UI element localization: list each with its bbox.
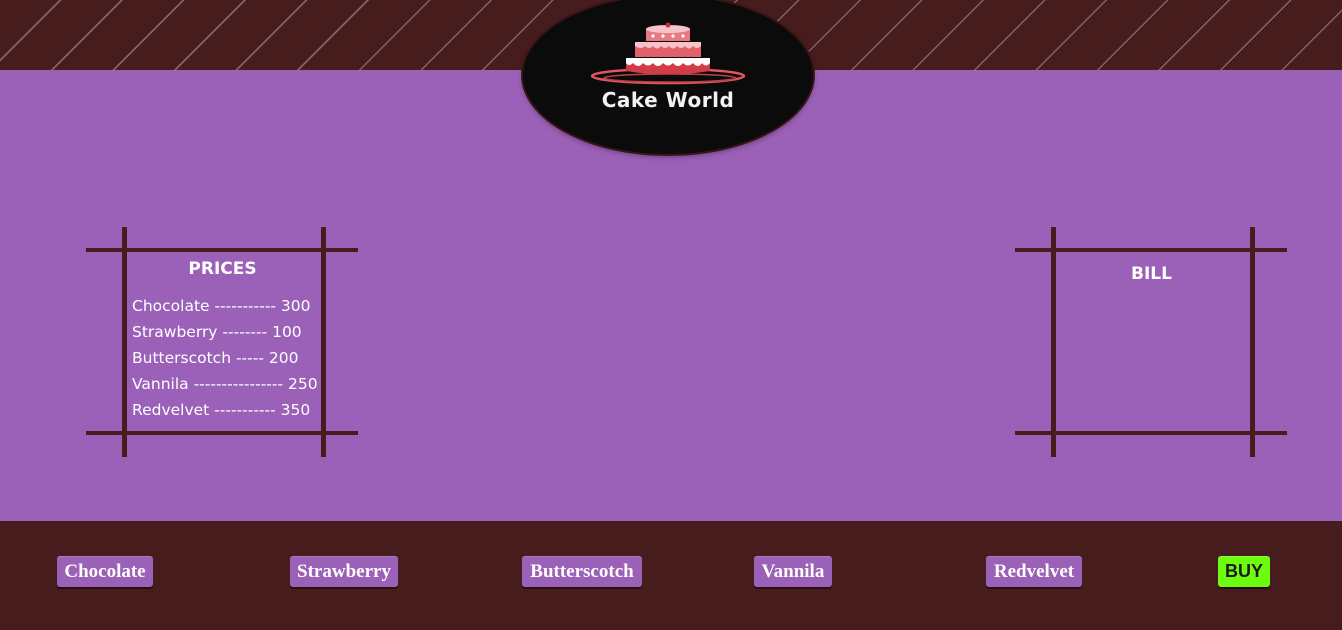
cake-icon bbox=[590, 22, 746, 85]
buy-button[interactable]: BUY bbox=[1218, 556, 1270, 587]
price-list: Chocolate ----------- 300 Strawberry ---… bbox=[132, 293, 318, 423]
logo-title: Cake World bbox=[601, 88, 735, 112]
price-item-redvelvet: Redvelvet ----------- 350 bbox=[132, 401, 311, 419]
price-item-butterscotch: Butterscotch ----- 200 bbox=[132, 349, 299, 367]
price-item-vannila: Vannila ---------------- 250 bbox=[132, 375, 318, 393]
prices-board: PRICES Chocolate ----------- 300 Strawbe… bbox=[86, 227, 358, 457]
logo: Cake World bbox=[523, 0, 813, 154]
butterscotch-button[interactable]: Butterscotch bbox=[522, 556, 642, 587]
bill-title: BILL bbox=[1131, 264, 1172, 284]
vannila-button[interactable]: Vannila bbox=[754, 556, 832, 587]
chocolate-button[interactable]: Chocolate bbox=[57, 556, 153, 587]
board-frame-left bbox=[1051, 227, 1056, 457]
price-item-chocolate: Chocolate ----------- 300 bbox=[132, 297, 311, 315]
bill-board: BILL bbox=[1015, 227, 1287, 457]
price-item-strawberry: Strawberry -------- 100 bbox=[132, 323, 302, 341]
board-frame-right bbox=[321, 227, 326, 457]
footer-band bbox=[0, 521, 1342, 630]
prices-title: PRICES bbox=[188, 259, 257, 279]
redvelvet-button[interactable]: Redvelvet bbox=[986, 556, 1082, 587]
strawberry-button[interactable]: Strawberry bbox=[290, 556, 398, 587]
board-frame-right bbox=[1250, 227, 1255, 457]
